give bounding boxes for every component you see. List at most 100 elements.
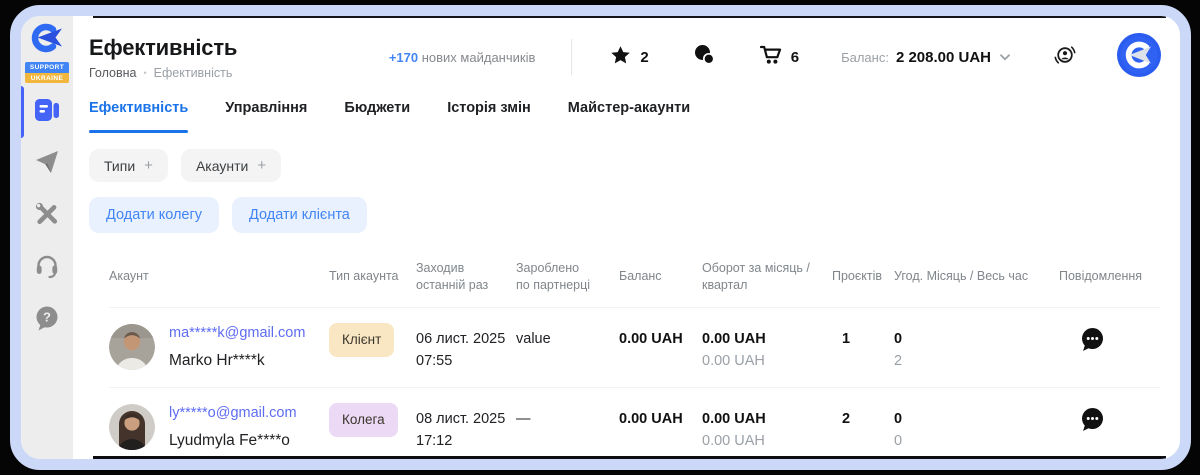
deals-cell: 0 2 — [894, 323, 1059, 373]
sidebar-item-help[interactable]: ? — [21, 303, 73, 337]
turnover-cell: 0.00 UAH 0.00 UAH — [702, 323, 832, 373]
balance-label: Баланс: — [841, 50, 889, 65]
account-identity: ma*****k@gmail.com Marko Hr****k — [169, 323, 305, 372]
messages-cell — [1059, 323, 1160, 363]
filter-types-label: Типи — [104, 158, 135, 174]
ribbon-support: SUPPORT — [25, 62, 69, 73]
headset-icon — [34, 253, 60, 284]
column-header-projects: Проєктів — [832, 268, 894, 285]
plus-icon: + — [257, 157, 266, 174]
ribbon-ukraine: UKRAINE — [25, 73, 69, 84]
table-header-row: Акаунт Тип акаунта Заходивостанній раз З… — [109, 260, 1160, 307]
filter-bar: Типи + Акаунти + — [89, 149, 1162, 182]
chat-button[interactable] — [693, 44, 715, 70]
deals-cell: 0 0 — [894, 403, 1059, 453]
breadcrumb: Головна • Ефективність — [89, 66, 237, 80]
account-email-link[interactable]: ma*****k@gmail.com — [169, 323, 305, 345]
column-header-last-visit: Заходивостанній раз — [416, 260, 516, 294]
chat-bubbles-icon — [693, 44, 715, 70]
breadcrumb-home-link[interactable]: Головна — [89, 66, 137, 80]
page-header: Ефективність Головна • Ефективність +170… — [89, 28, 1162, 86]
breadcrumb-separator: • — [144, 68, 147, 78]
column-header-turnover: Оборот за місяць /квартал — [702, 260, 832, 294]
tab-budgets[interactable]: Бюджети — [344, 100, 410, 126]
sidebar-logo[interactable]: SUPPORT UKRAINE — [24, 22, 70, 83]
chevron-down-icon — [998, 48, 1010, 66]
app-window: SUPPORT UKRAINE — [10, 5, 1191, 470]
account-broadcast-button[interactable] — [1052, 42, 1078, 73]
window-top-edge — [93, 16, 1166, 18]
add-client-button[interactable]: Додати клієнта — [232, 197, 367, 233]
main-content: Ефективність Головна • Ефективність +170… — [73, 16, 1180, 459]
new-platforms-text: нових майданчиків — [422, 50, 536, 65]
last-visit-cell: 06 лист. 2025 07:55 — [416, 323, 516, 373]
svg-text:?: ? — [43, 309, 51, 324]
filter-types[interactable]: Типи + — [89, 149, 168, 182]
account-type-badge: Колега — [329, 403, 398, 437]
cart-count: 6 — [791, 49, 799, 66]
page-title: Ефективність — [89, 35, 237, 61]
cart-icon — [759, 44, 782, 70]
balance-cell: 0.00 UAH — [619, 323, 702, 351]
last-visit-cell: 08 лист. 2025 17:12 — [416, 403, 516, 453]
tab-master-accounts[interactable]: Майстер-акаунти — [568, 100, 690, 126]
avatar — [109, 404, 155, 450]
message-bubble-icon[interactable] — [1077, 325, 1107, 355]
column-header-account-type: Тип акаунта — [329, 268, 416, 285]
cart-button[interactable]: 6 — [759, 44, 799, 70]
column-header-account: Акаунт — [109, 268, 329, 285]
accounts-table: Акаунт Тип акаунта Заходивостанній раз З… — [109, 260, 1160, 467]
balance-dropdown[interactable]: Баланс: 2 208.00 UAH — [841, 48, 1010, 66]
messages-cell — [1059, 403, 1160, 443]
partner-earned-cell: — — [516, 403, 619, 431]
account-cell: ma*****k@gmail.com Marko Hr****k — [109, 323, 329, 372]
column-header-deals: Угод. Місяць / Весь час — [894, 268, 1059, 285]
balance-value: 2 208.00 UAH — [896, 49, 991, 66]
support-ukraine-ribbon: SUPPORT UKRAINE — [25, 62, 69, 83]
avatar — [109, 324, 155, 370]
help-bubble-icon: ? — [34, 305, 60, 336]
account-broadcast-icon — [1052, 42, 1078, 73]
partner-earned-cell: value — [516, 323, 619, 351]
account-type-badge: Клієнт — [329, 323, 394, 357]
turnover-cell: 0.00 UAH 0.00 UAH — [702, 403, 832, 453]
sidebar: SUPPORT UKRAINE — [21, 16, 73, 459]
favorites-count: 2 — [640, 49, 648, 66]
new-platforms-count: +170 — [389, 50, 418, 65]
tab-management[interactable]: Управління — [225, 100, 307, 126]
projects-cell: 2 — [832, 403, 894, 431]
favorites-button[interactable]: 2 — [610, 45, 648, 70]
add-colleague-button[interactable]: Додати колегу — [89, 197, 219, 233]
paper-plane-icon — [34, 149, 60, 180]
table-row[interactable]: ma*****k@gmail.com Marko Hr****k Клієнт … — [109, 307, 1160, 387]
account-email-link[interactable]: ly*****o@gmail.com — [169, 403, 297, 425]
table-row[interactable]: ly*****o@gmail.com Lyudmyla Fe****o Коле… — [109, 387, 1160, 467]
sidebar-item-tools[interactable] — [21, 199, 73, 233]
account-identity: ly*****o@gmail.com Lyudmyla Fe****o — [169, 403, 297, 452]
sidebar-item-feed[interactable] — [21, 95, 73, 129]
sidebar-nav: ? — [21, 95, 73, 355]
filter-accounts[interactable]: Акаунти + — [181, 149, 281, 182]
balance-cell: 0.00 UAH — [619, 403, 702, 431]
profile-brand-button[interactable] — [1116, 32, 1162, 83]
breadcrumb-current: Ефективність — [154, 66, 233, 80]
account-type-cell: Колега — [329, 403, 416, 437]
star-icon — [610, 45, 631, 70]
account-type-cell: Клієнт — [329, 323, 416, 357]
sidebar-item-support[interactable] — [21, 251, 73, 285]
account-name: Marko Hr****k — [169, 349, 305, 372]
column-header-partner-earned: Заробленопо партнерці — [516, 260, 619, 294]
message-bubble-icon[interactable] — [1077, 405, 1107, 435]
filter-accounts-label: Акаунти — [196, 158, 248, 174]
brand-logo-round-icon — [1116, 32, 1162, 83]
column-header-messages: Повідомлення — [1059, 268, 1160, 285]
tab-history[interactable]: Історія змін — [447, 100, 531, 126]
column-header-balance: Баланс — [619, 268, 702, 285]
new-platforms-link[interactable]: +170 нових майданчиків — [389, 50, 536, 65]
tab-efficiency[interactable]: Ефективність — [89, 100, 188, 126]
feed-icon — [32, 96, 62, 129]
title-block: Ефективність Головна • Ефективність — [89, 35, 237, 80]
window-bottom-edge — [93, 456, 1166, 459]
projects-cell: 1 — [832, 323, 894, 351]
sidebar-item-messenger[interactable] — [21, 147, 73, 181]
